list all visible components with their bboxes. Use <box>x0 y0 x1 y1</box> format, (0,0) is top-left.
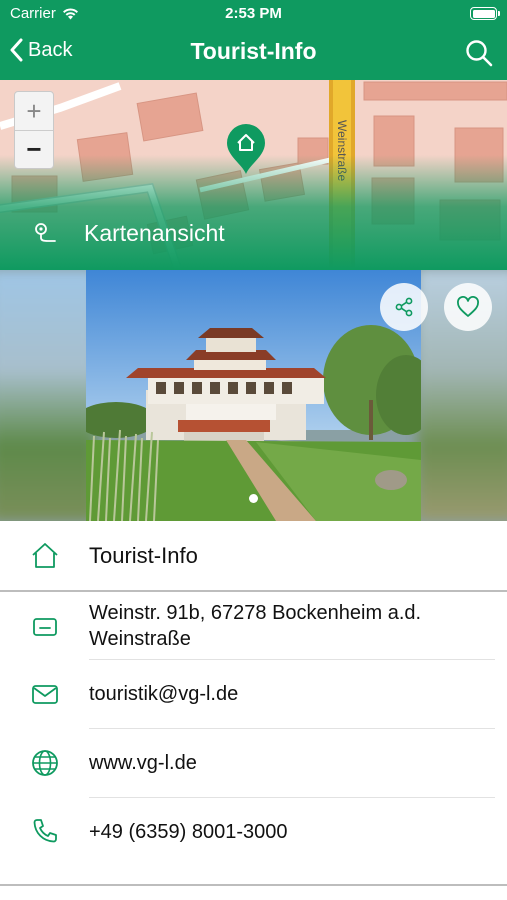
search-icon[interactable] <box>465 39 493 67</box>
share-icon <box>395 297 413 317</box>
email-link[interactable]: touristik@vg-l.de <box>89 681 489 707</box>
zoom-out-button[interactable]: − <box>15 130 53 168</box>
back-label: Back <box>28 38 73 61</box>
navigation-bar: Back Tourist-Info <box>0 28 507 80</box>
home-pin-icon[interactable] <box>221 118 271 176</box>
favorite-button[interactable] <box>444 283 492 331</box>
address-card-icon <box>30 612 60 642</box>
place-name: Tourist-Info <box>89 543 198 568</box>
status-bar: Carrier 2:53 PM <box>0 0 507 28</box>
share-button[interactable] <box>380 283 428 331</box>
route-icon <box>35 222 56 242</box>
battery-icon <box>470 7 500 20</box>
mail-icon <box>30 679 60 709</box>
back-button[interactable]: Back <box>10 38 72 62</box>
status-time: 2:53 PM <box>225 5 282 22</box>
photo-gallery[interactable] <box>0 270 507 521</box>
phone-link[interactable]: +49 (6359) 8001-3000 <box>89 819 489 845</box>
tourist-info-photo <box>86 270 421 521</box>
map-view-link[interactable]: Kartenansicht <box>32 220 225 247</box>
heart-icon <box>457 296 479 317</box>
map-preview[interactable]: Weinstraße + − Kartenansicht <box>0 80 507 270</box>
website-link[interactable]: www.vg-l.de <box>89 750 489 776</box>
detail-name-row: Tourist-Info <box>0 521 507 591</box>
page-title: Tourist-Info <box>190 38 317 64</box>
gallery-blur-left <box>0 270 96 521</box>
map-view-label: Kartenansicht <box>84 220 225 246</box>
zoom-in-button[interactable]: + <box>15 92 53 130</box>
gallery-page-indicator <box>249 494 258 503</box>
globe-icon <box>30 748 60 778</box>
address-text: Weinstr. 91b, 67278 Bockenheim a.d. Wein… <box>89 602 422 650</box>
detail-phone-row[interactable]: +49 (6359) 8001-3000 <box>0 798 507 866</box>
map-zoom-control: + − <box>14 91 54 169</box>
phone-icon <box>30 816 60 846</box>
home-icon <box>30 541 60 571</box>
detail-website-row[interactable]: www.vg-l.de <box>0 729 507 797</box>
divider <box>0 884 507 886</box>
detail-email-row[interactable]: touristik@vg-l.de <box>0 660 507 728</box>
detail-address-row[interactable]: Weinstr. 91b, 67278 Bockenheim a.d. Wein… <box>0 592 507 660</box>
back-chevron-icon <box>10 38 23 62</box>
